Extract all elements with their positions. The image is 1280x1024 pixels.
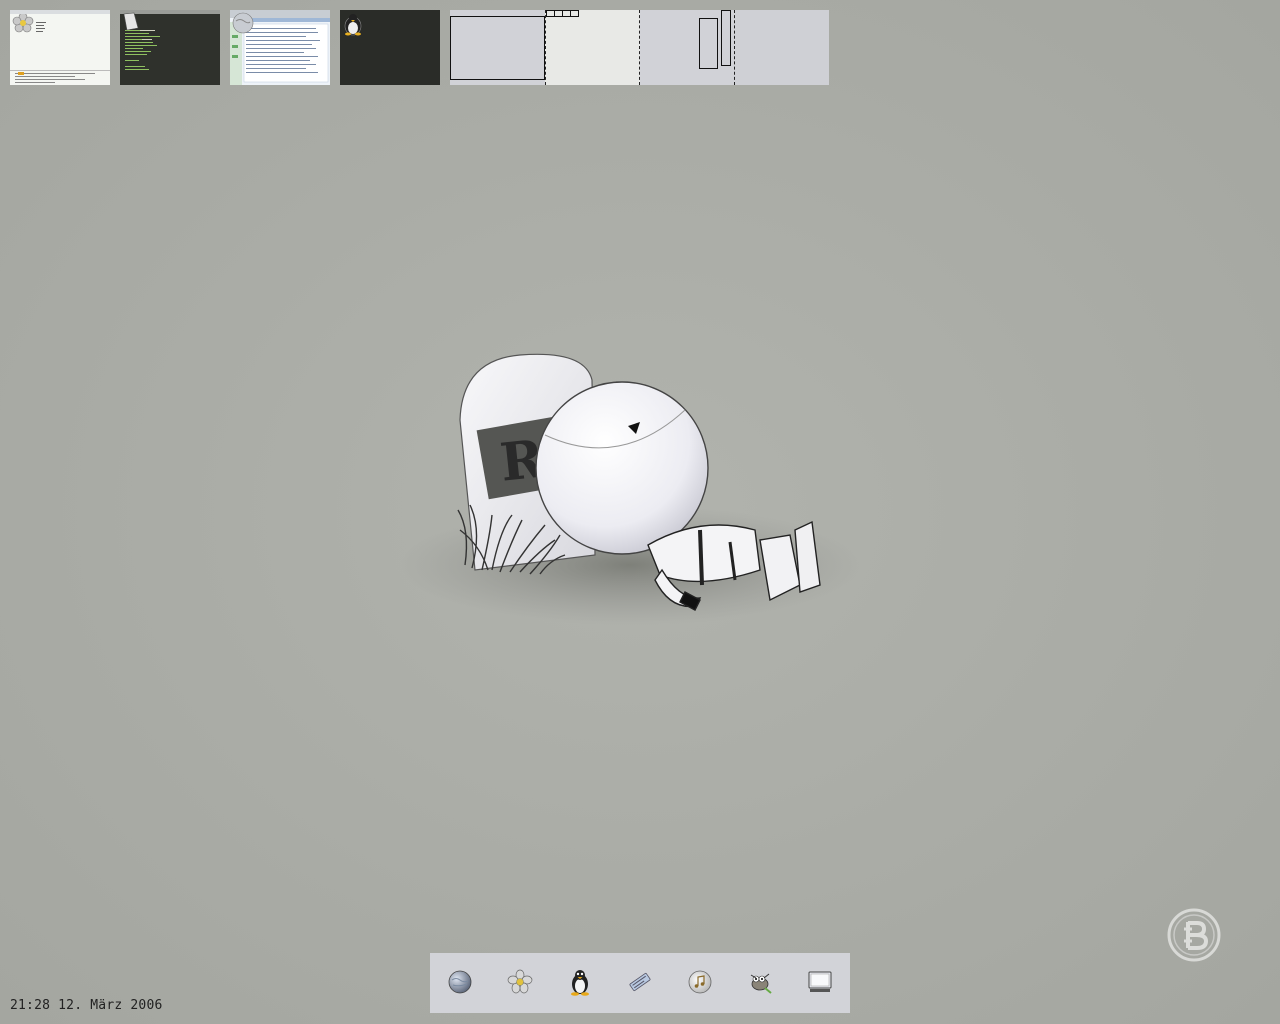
text-editor-icon	[629, 972, 651, 992]
application-dock	[430, 953, 850, 1013]
pager-window	[570, 10, 579, 17]
pager-window	[450, 16, 545, 80]
file-icon	[123, 12, 139, 31]
pager-window	[721, 10, 731, 66]
pager-window	[699, 18, 718, 69]
window-thumbnail-terminal[interactable]	[120, 10, 220, 85]
music-cd-icon	[688, 970, 712, 994]
wallpaper-robot-image: RI	[400, 353, 860, 625]
gimp-icon	[750, 973, 772, 994]
desktop-2[interactable]	[545, 10, 640, 85]
clock-date-display: 21:28 12. März 2006	[10, 998, 163, 1013]
dock-launcher-terminal[interactable]	[565, 967, 595, 997]
tux-icon	[571, 970, 589, 996]
dock-launcher-image-editor[interactable]	[745, 967, 775, 997]
window-thumbnail-console[interactable]	[340, 10, 440, 85]
dock-launcher-browser[interactable]	[445, 967, 475, 997]
window-thumbnail-browser[interactable]	[230, 10, 330, 85]
globe-icon	[232, 12, 254, 34]
dock-launcher-editor[interactable]	[625, 967, 655, 997]
tux-icon	[344, 14, 362, 36]
dock-launcher-music-player[interactable]	[685, 967, 715, 997]
desktop-1[interactable]	[450, 10, 545, 85]
globe-icon	[448, 970, 472, 994]
window-thumbnail-file-manager[interactable]	[10, 10, 110, 85]
distro-logo-icon	[1167, 908, 1221, 962]
dock-launcher-file-manager[interactable]	[505, 967, 535, 997]
desktop-pager[interactable]	[450, 10, 829, 85]
dock-launcher-display-settings[interactable]	[805, 967, 835, 997]
desktop-3[interactable]	[640, 10, 735, 85]
monitor-icon	[808, 971, 832, 992]
desktop-4[interactable]	[735, 10, 829, 85]
thumbnail-content	[10, 10, 110, 83]
flower-icon	[507, 969, 533, 994]
